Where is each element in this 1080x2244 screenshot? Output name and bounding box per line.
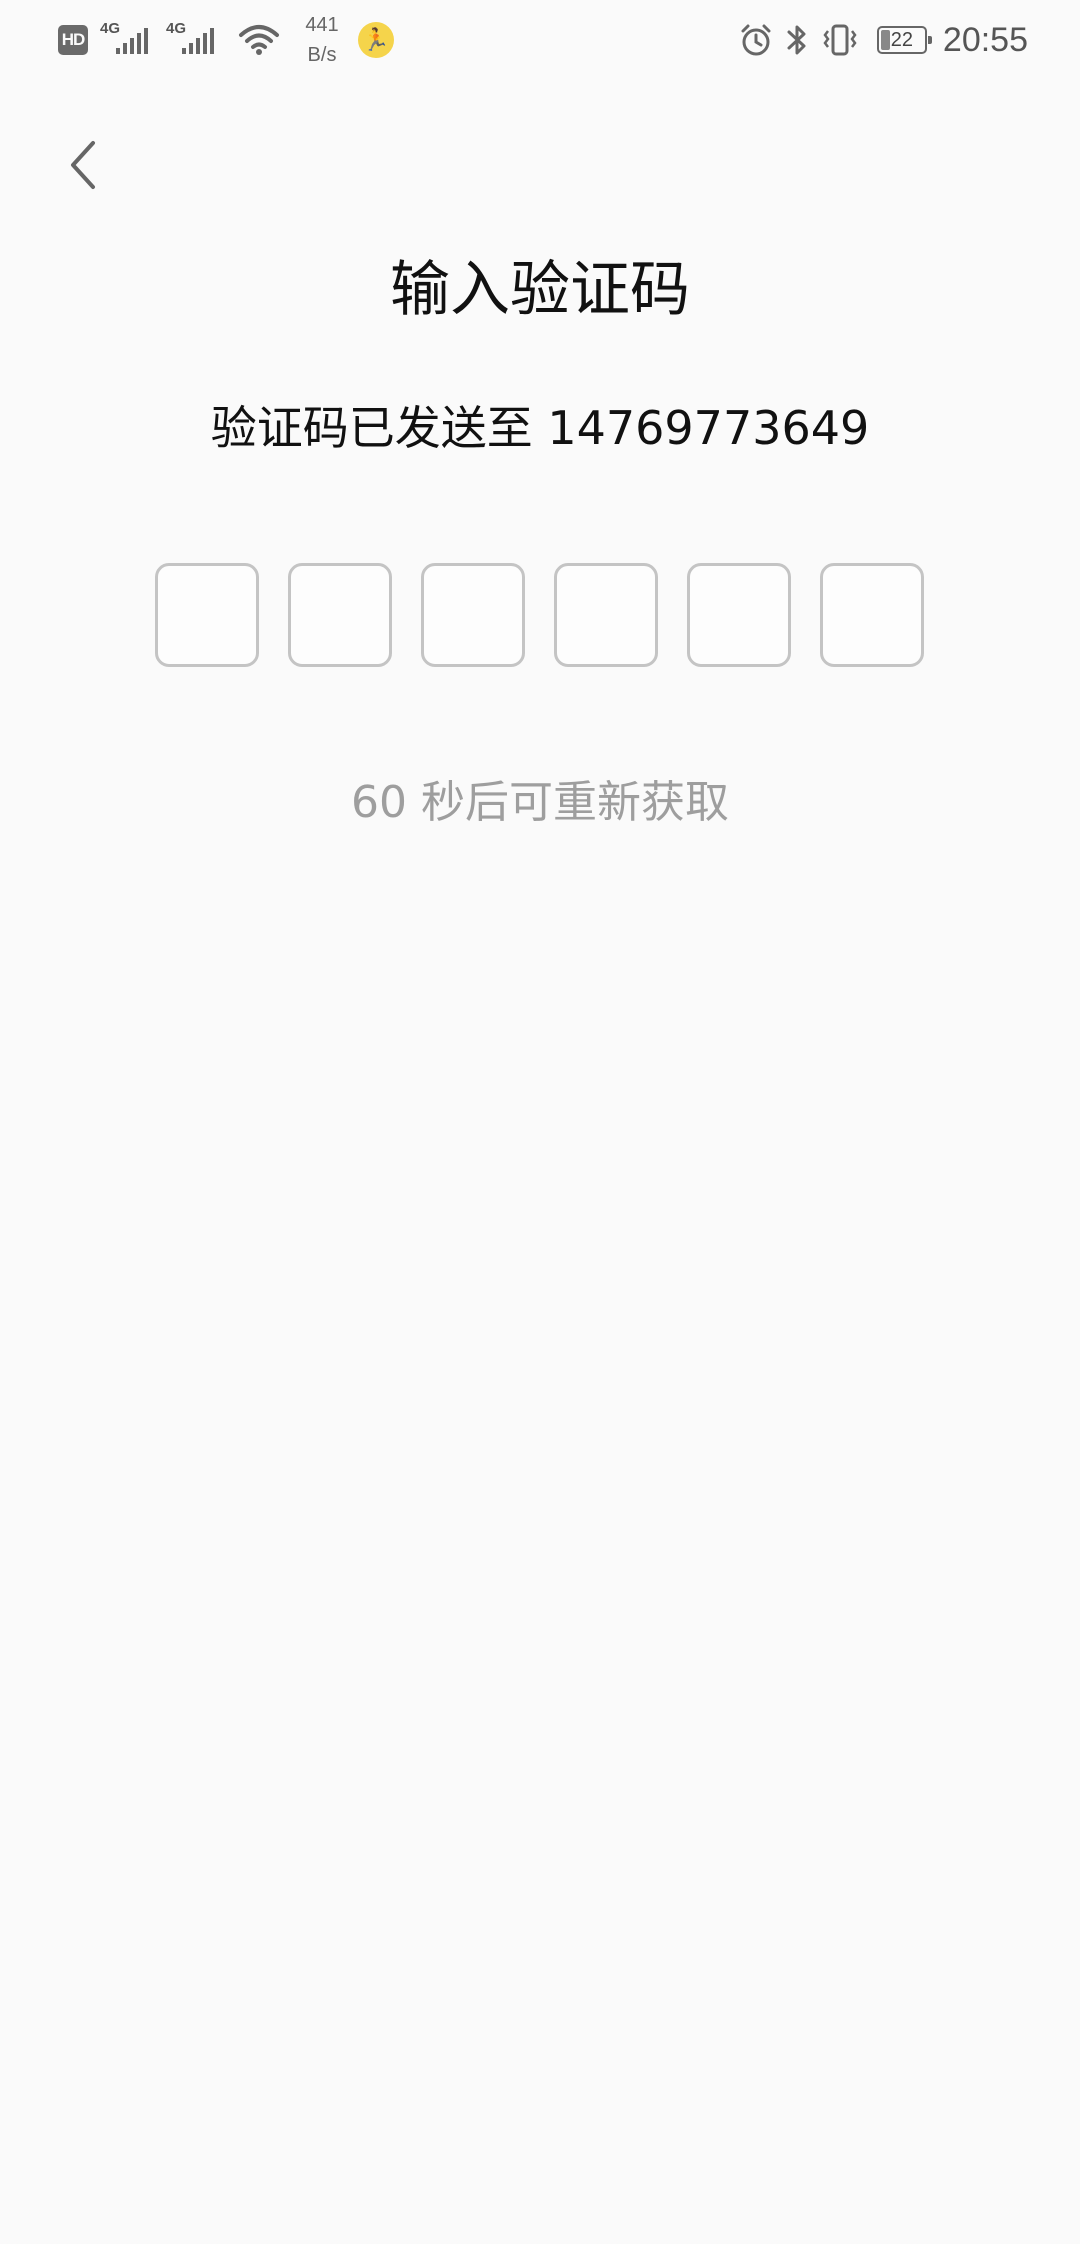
code-digit-box[interactable] [288,563,392,667]
vibrate-icon [823,24,857,56]
status-bar-left: HD 4G 4G 441 B/s 🏃 [58,0,394,80]
status-bar-right: 22 20:55 [739,0,1028,80]
code-digit-box[interactable] [155,563,259,667]
hd-icon: HD [58,25,88,55]
page-title: 输入验证码 [390,255,690,325]
network-speed: 441 B/s [294,10,350,70]
status-bar: HD 4G 4G 441 B/s 🏃 22 20:55 [0,0,1080,80]
battery-icon: 22 [876,26,932,54]
code-sent-message: 验证码已发送至 14769773649 [210,401,870,455]
code-digit-box[interactable] [421,563,525,667]
battery-level: 22 [890,29,914,51]
signal-icon: 4G [100,20,154,60]
running-app-icon: 🏃 [358,22,394,58]
chevron-left-icon [71,141,95,189]
network-speed-unit: B/s [307,44,337,66]
code-digit-box[interactable] [820,563,924,667]
status-time: 20:55 [942,20,1028,59]
alarm-icon [741,24,771,56]
back-button[interactable] [52,130,112,200]
code-digit-box[interactable] [554,563,658,667]
network-speed-value: 441 [305,14,339,36]
signal-icon: 4G [166,20,220,60]
verification-code-input[interactable] [155,563,924,667]
resend-countdown: 60 秒后可重新获取 [351,777,729,828]
bluetooth-icon [787,25,806,55]
code-digit-box[interactable] [687,563,791,667]
wifi-icon [239,25,279,55]
